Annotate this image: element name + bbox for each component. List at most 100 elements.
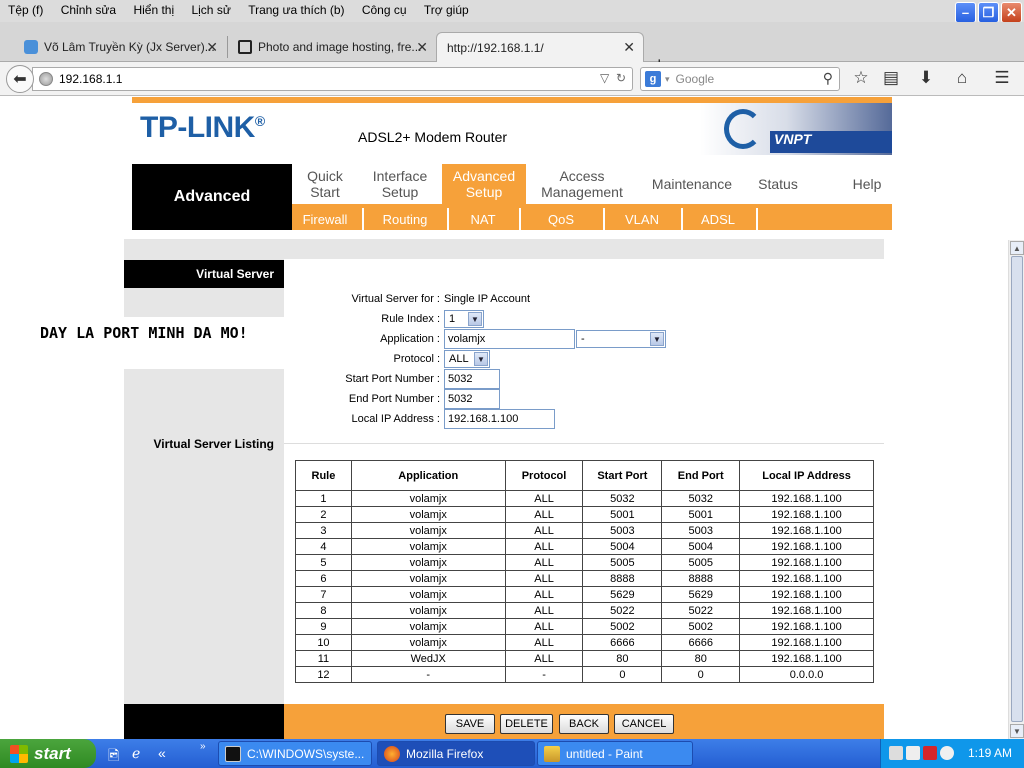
nav-quick-start[interactable]: Quick Start <box>292 164 358 204</box>
cell-start-port: 0 <box>582 666 663 683</box>
taskbar-item-label: Mozilla Firefox <box>406 746 484 761</box>
back-button[interactable]: ⬅ <box>6 65 34 93</box>
menu-help[interactable]: Trợ giúp <box>417 0 476 17</box>
arrow-left-icon: ⬅ <box>13 71 27 88</box>
cell-end-port: 5004 <box>661 538 741 555</box>
clock-app-icon[interactable] <box>940 746 954 760</box>
subnav-nat[interactable]: NAT <box>450 208 516 230</box>
end-port-label: End Port Number : <box>348 393 440 405</box>
search-icon[interactable]: ⚲ <box>823 70 833 87</box>
menu-file[interactable]: Tệp (f) <box>0 0 50 17</box>
cell-rule: 1 <box>295 490 352 507</box>
start-port-input[interactable]: 5032 <box>444 369 500 389</box>
menu-tools[interactable]: Công cụ <box>355 0 414 17</box>
cell-start-port: 5629 <box>582 586 663 603</box>
back-page-button[interactable]: BACK <box>559 714 609 734</box>
end-port-input[interactable]: 5032 <box>444 389 500 409</box>
url-dropdown-reload-icons[interactable]: ▽ ↻ <box>600 71 626 85</box>
cell-rule: 6 <box>295 570 352 587</box>
nav-advanced-setup[interactable]: Advanced Setup <box>442 164 526 204</box>
cell-application: volamjx <box>350 506 506 523</box>
bookmark-star-icon[interactable]: ☆ <box>850 68 872 88</box>
cell-rule: 10 <box>295 634 352 651</box>
nav-status[interactable]: Status <box>748 164 808 204</box>
subnav-firewall[interactable]: Firewall <box>292 208 358 230</box>
cell-end-port: 5003 <box>661 522 741 539</box>
search-box[interactable]: g ▾ Google ⚲ <box>640 67 840 91</box>
quicklaunch-chevron-icon[interactable]: » <box>200 741 206 752</box>
taskbar-item-firefox[interactable]: Mozilla Firefox <box>377 741 535 766</box>
window-controls: – ❐ ✕ <box>955 2 1022 23</box>
quicklaunch-more-icon[interactable]: « <box>158 745 166 761</box>
windows-taskbar: start 🖻 ℯ « » C:\WINDOWS\syste... Mozill… <box>0 739 1024 768</box>
tab-photobucket[interactable]: Photo and image hosting, fre... ✕ <box>228 32 436 62</box>
paint-icon <box>544 745 560 762</box>
nav-interface-setup[interactable]: Interface Setup <box>360 164 440 204</box>
save-button[interactable]: SAVE <box>445 714 495 734</box>
subnav-routing[interactable]: Routing <box>366 208 444 230</box>
cell-application: volamjx <box>350 570 506 587</box>
rule-index-value: 1 <box>449 313 456 325</box>
local-ip-input[interactable]: 192.168.1.100 <box>444 409 555 429</box>
close-tab-icon[interactable]: ✕ <box>206 39 218 56</box>
close-window-button[interactable]: ✕ <box>1001 2 1022 23</box>
protocol-select[interactable]: ALL ▼ <box>444 350 490 368</box>
restore-button[interactable]: ❐ <box>978 2 999 23</box>
scroll-thumb[interactable] <box>1011 256 1023 722</box>
delete-button[interactable]: DELETE <box>500 714 553 734</box>
cell-protocol: ALL <box>504 650 584 667</box>
start-button[interactable]: start <box>0 739 96 768</box>
tab-volam[interactable]: Võ Lâm Truyền Kỳ (Jx Server)... ✕ <box>14 32 226 62</box>
cell-local-ip: 192.168.1.100 <box>739 490 874 507</box>
vnpt-logo: VNPT <box>700 103 892 155</box>
subnav-qos[interactable]: QoS <box>522 208 600 230</box>
application-input[interactable]: volamjx <box>444 329 575 349</box>
bookmarks-list-icon[interactable]: ▤ <box>880 68 902 88</box>
listing-divider <box>284 443 884 444</box>
menu-history[interactable]: Lịch sử <box>184 0 237 17</box>
footer-left <box>124 704 284 739</box>
volam-favicon-icon <box>24 40 38 54</box>
scroll-up-icon[interactable]: ▲ <box>1010 241 1024 255</box>
clock: 1:19 AM <box>967 746 1012 760</box>
cell-end-port: 6666 <box>661 634 741 651</box>
start-port-value: 5032 <box>448 373 473 385</box>
quicklaunch-desktop-icon[interactable]: 🖻 <box>108 745 119 768</box>
cell-start-port: 5032 <box>582 490 663 507</box>
close-tab-icon[interactable]: ✕ <box>416 39 428 56</box>
quicklaunch-ie-icon[interactable]: ℯ <box>132 745 140 762</box>
col-protocol: Protocol <box>504 460 584 491</box>
cell-end-port: 5022 <box>661 602 741 619</box>
cell-start-port: 5004 <box>582 538 663 555</box>
nav-maintenance[interactable]: Maintenance <box>642 164 742 204</box>
hamburger-menu-icon[interactable]: ☰ <box>991 68 1013 88</box>
cell-local-ip: 192.168.1.100 <box>739 586 874 603</box>
close-tab-icon[interactable]: ✕ <box>623 39 635 56</box>
home-icon[interactable]: ⌂ <box>951 68 973 88</box>
tab-router[interactable]: http://192.168.1.1/ ✕ <box>436 32 644 62</box>
download-icon[interactable]: ⬇ <box>915 68 937 88</box>
taskbar-item-paint[interactable]: untitled - Paint <box>537 741 693 766</box>
scroll-down-icon[interactable]: ▼ <box>1010 724 1024 738</box>
subnav-adsl[interactable]: ADSL <box>684 208 752 230</box>
minimize-button[interactable]: – <box>955 2 976 23</box>
page-scrollbar[interactable]: ▲ ▼ <box>1008 240 1024 739</box>
cell-protocol: ALL <box>504 570 584 587</box>
search-placeholder: Google <box>675 72 715 86</box>
volume-icon[interactable] <box>906 746 920 760</box>
cancel-button[interactable]: CANCEL <box>614 714 674 734</box>
antivirus-icon[interactable] <box>923 746 937 760</box>
firefox-icon <box>384 745 400 762</box>
nav-access-management[interactable]: Access Management <box>532 164 632 204</box>
menu-view[interactable]: Hiển thị <box>126 0 181 17</box>
menu-edit[interactable]: Chỉnh sửa <box>54 0 123 17</box>
chevron-down-icon: ▼ <box>474 352 488 366</box>
subnav-vlan[interactable]: VLAN <box>606 208 678 230</box>
network-icon[interactable] <box>889 746 903 760</box>
taskbar-item-cmd[interactable]: C:\WINDOWS\syste... <box>218 741 372 766</box>
application-select[interactable]: - ▼ <box>576 330 666 348</box>
nav-help[interactable]: Help <box>842 164 892 204</box>
rule-index-select[interactable]: 1 ▼ <box>444 310 484 328</box>
menu-bookmarks[interactable]: Trang ưa thích (b) <box>241 0 351 17</box>
url-bar[interactable]: 192.168.1.1 ▽ ↻ <box>32 67 633 91</box>
